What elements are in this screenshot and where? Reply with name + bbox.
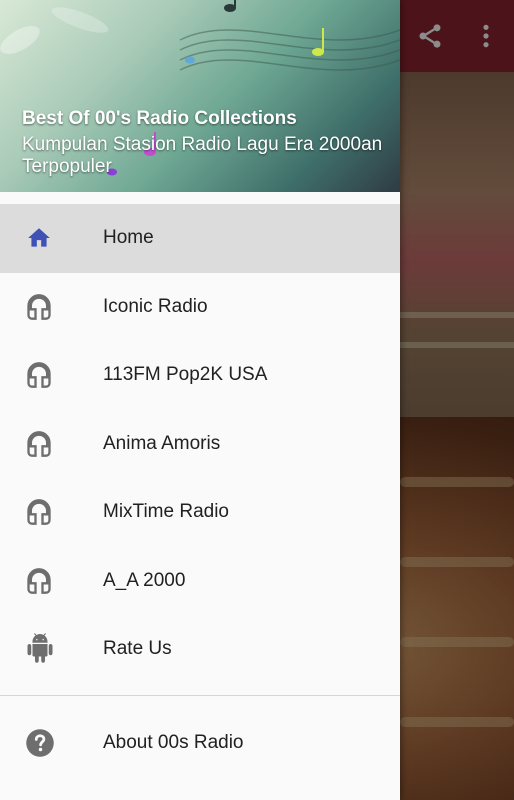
home-icon [28, 228, 50, 247]
menu-item-label: MixTime Radio [103, 501, 229, 523]
menu-item-label: Iconic Radio [103, 295, 208, 317]
menu-item-mixtime-radio[interactable]: MixTime Radio [0, 478, 400, 547]
headphones-icon [27, 362, 51, 389]
menu-item-home[interactable]: Home [0, 204, 400, 273]
drawer-header: Best Of 00's Radio Collections Kumpulan … [0, 0, 400, 192]
headphones-icon [27, 430, 51, 457]
headphones-icon [27, 293, 51, 320]
app-title: Best Of 00's Radio Collections [22, 108, 297, 129]
menu-divider [0, 695, 400, 696]
menu-item-label: About 00s Radio [103, 732, 244, 754]
drawer-menu: Home Iconic Radio 113FM Pop2K USA Anima … [0, 204, 400, 684]
menu-item-iconic-radio[interactable]: Iconic Radio [0, 273, 400, 342]
menu-item-about[interactable]: About 00s Radio [0, 709, 400, 778]
menu-item-label: Rate Us [103, 638, 172, 660]
navigation-drawer: Best Of 00's Radio Collections Kumpulan … [0, 0, 400, 800]
menu-item-label: Home [103, 227, 154, 249]
app-subtitle: Kumpulan Stasion Radio Lagu Era 2000an T… [22, 134, 383, 177]
headphones-icon [27, 499, 51, 526]
help-icon [26, 729, 54, 757]
menu-item-anima-amoris[interactable]: Anima Amoris [0, 410, 400, 479]
headphones-icon [27, 567, 51, 594]
menu-item-a-a-2000[interactable]: A_A 2000 [0, 547, 400, 616]
menu-item-label: 113FM Pop2K USA [103, 364, 268, 386]
menu-item-label: Anima Amoris [103, 432, 221, 454]
drawer-header-text: Best Of 00's Radio Collections Kumpulan … [22, 108, 400, 178]
menu-item-113fm-pop2k-usa[interactable]: 113FM Pop2K USA [0, 341, 400, 410]
android-icon [27, 633, 53, 663]
menu-item-rate-us[interactable]: Rate Us [0, 615, 400, 684]
menu-item-label: A_A 2000 [103, 569, 186, 591]
